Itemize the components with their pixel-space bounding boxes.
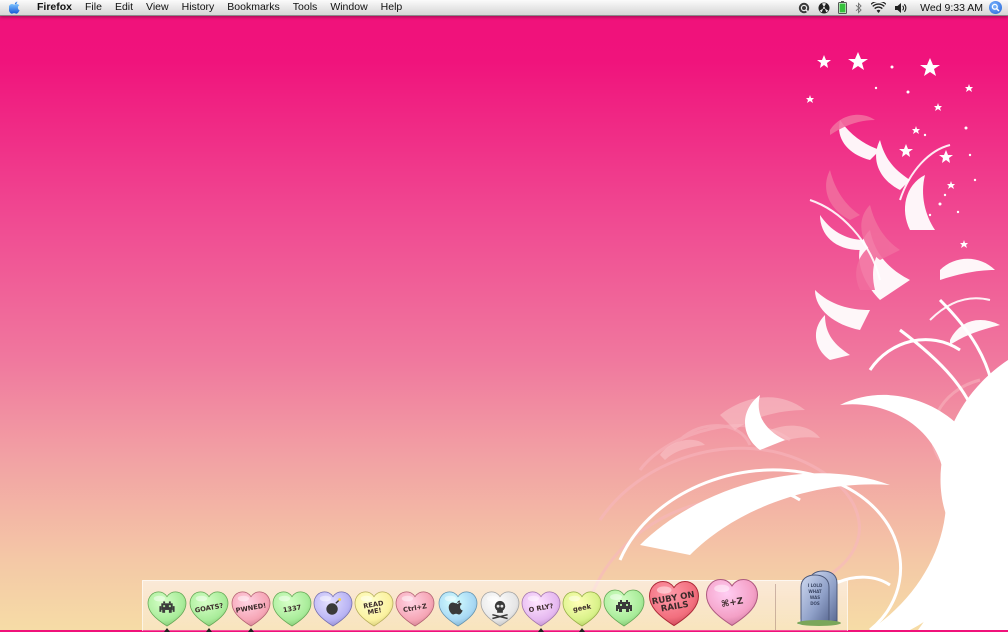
dock-item-trash[interactable]: I LOLD WHAT WAS DOS [795, 569, 845, 626]
svg-text:WHAT: WHAT [808, 589, 822, 594]
menu-window[interactable]: Window [324, 0, 374, 15]
read-me-heart-icon: README! [354, 591, 394, 627]
space-invader-heart-icon [147, 591, 187, 627]
goats-heart-icon: GOATS? [189, 591, 229, 627]
svg-text:DOS: DOS [810, 601, 820, 606]
dock-item-ruby-on-rails[interactable]: RUBY ON RAILS [648, 579, 700, 628]
wifi-icon[interactable] [871, 0, 887, 15]
svg-text:I LOLD: I LOLD [808, 583, 823, 588]
radioactive-icon[interactable] [818, 0, 830, 15]
dock-item-cmd-z[interactable]: ⌘+Z [705, 577, 759, 628]
dock-item-1337[interactable]: 1337 [272, 590, 312, 628]
menu-bookmarks[interactable]: Bookmarks [221, 0, 287, 15]
running-indicator [164, 628, 170, 632]
volume-icon[interactable] [894, 0, 908, 15]
dock-item-pwned[interactable]: PWNED! [231, 590, 271, 628]
running-indicator [538, 628, 544, 632]
apple-heart-icon [438, 591, 478, 627]
clock[interactable]: Wed 9:33 AM [920, 2, 983, 14]
dock-item-read-me[interactable]: READ ME! [354, 590, 394, 628]
svg-text:WAS: WAS [810, 595, 820, 600]
dock-item-ctrl-z[interactable]: Ctrl+Z [395, 590, 435, 628]
geek-heart-icon: geek [562, 591, 602, 627]
dock-separator [775, 584, 776, 630]
ctrl-z-heart-icon: Ctrl+Z [395, 591, 435, 627]
dock-item-o-rly[interactable]: O RLY? [521, 590, 561, 628]
cmd-z-heart-icon: ⌘+Z [705, 579, 759, 627]
dock-item-geek[interactable]: geek [562, 590, 602, 628]
spotlight-icon[interactable] [989, 1, 1002, 14]
menu-extras: Wed 9:33 AM [794, 0, 1008, 15]
apple-menu-icon[interactable] [9, 1, 29, 14]
bluetooth-icon[interactable] [855, 0, 863, 15]
dock-item-goats[interactable]: GOATS? [189, 590, 229, 628]
dock-item-skull[interactable] [480, 590, 520, 628]
menu-history[interactable]: History [175, 0, 221, 15]
dock-item-invader-2[interactable] [603, 588, 645, 628]
menu-app-name[interactable]: Firefox [29, 0, 79, 15]
running-indicator [579, 628, 585, 632]
running-indicator [206, 628, 212, 632]
invader-2-heart-icon [603, 589, 645, 627]
menu-tools[interactable]: Tools [286, 0, 324, 15]
running-indicator [248, 628, 254, 632]
pwned-heart-icon: PWNED! [231, 591, 271, 627]
bomb-heart-icon [313, 591, 353, 627]
wallpaper-swirl-art [588, 52, 1008, 630]
battery-icon[interactable] [838, 0, 848, 15]
menu-help[interactable]: Help [374, 0, 409, 15]
skull-heart-icon [480, 591, 520, 627]
stars [806, 52, 977, 248]
1337-heart-icon: 1337 [272, 591, 312, 627]
dock: GOATS? PWNED! 1337 READ ME! Ctrl+Z O RLY? geek R… [142, 570, 848, 632]
dock-item-bomb[interactable] [313, 590, 353, 628]
menu-view[interactable]: View [140, 0, 176, 15]
o-rly-heart-icon: O RLY? [521, 591, 561, 627]
menu-file[interactable]: File [79, 0, 109, 15]
dock-item-space-invader[interactable] [147, 590, 187, 628]
quicksilver-icon[interactable] [798, 0, 810, 15]
menu-bar: Firefox File Edit View History Bookmarks… [0, 0, 1008, 16]
menu-edit[interactable]: Edit [108, 0, 139, 15]
ruby-on-rails-heart-icon: RUBY ONRAILS [649, 580, 699, 627]
dock-item-apple[interactable] [438, 590, 478, 628]
tombstone-trash-icon: I LOLDWHATWASDOS [797, 570, 841, 626]
